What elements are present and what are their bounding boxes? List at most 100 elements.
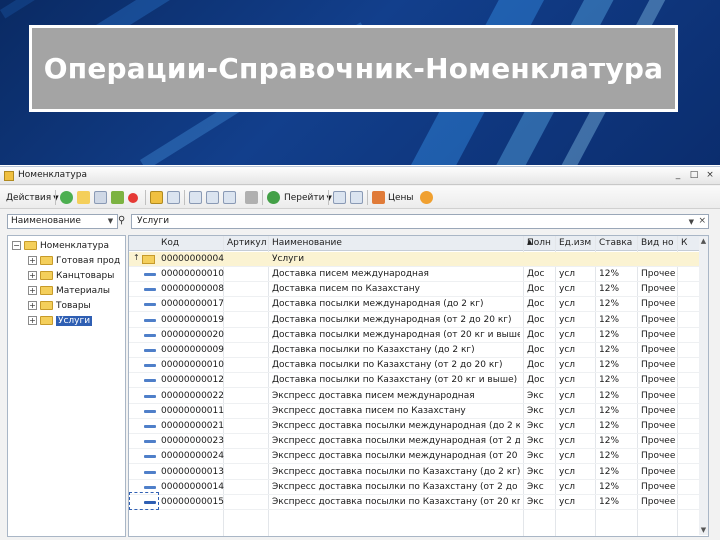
window-titlebar[interactable]: Номенклатура _ □ × <box>0 167 720 185</box>
tree-root[interactable]: − Номенклатура <box>12 238 109 253</box>
table-row-group[interactable]: ↑ 00000000004 Услуги <box>129 252 708 267</box>
expand-icon[interactable]: + <box>28 286 37 295</box>
table-row[interactable]: 00000000020 Доставка посылки международна… <box>129 328 708 343</box>
col-header-rate[interactable]: Ставка <box>599 238 632 248</box>
cell-name: Экспресс доставка посылки международная … <box>272 436 520 447</box>
tree-item-stationery[interactable]: + Канцтовары <box>28 268 114 283</box>
tree-item-services[interactable]: + Услуги <box>28 313 93 328</box>
delete-button[interactable] <box>128 190 138 205</box>
search-input[interactable]: Услуги ▼ × <box>131 214 709 229</box>
item-icon <box>144 273 156 276</box>
table-row[interactable]: 00000000017 Доставка посылки международна… <box>129 297 708 313</box>
cell-rate: 12% <box>599 269 620 279</box>
filter-icon <box>189 191 202 204</box>
expand-icon[interactable]: + <box>28 301 37 310</box>
cell-kind: Прочее <box>641 421 676 431</box>
hierarchy-button[interactable] <box>150 190 163 205</box>
col-header-k[interactable]: К <box>681 238 687 248</box>
print-button[interactable] <box>350 190 363 205</box>
clear-icon[interactable]: × <box>698 215 706 228</box>
folder-icon <box>24 241 37 250</box>
table-row[interactable]: 00000000013 Экспресс доставка посылки по … <box>129 465 708 480</box>
item-icon <box>144 333 156 337</box>
prices-button[interactable]: Цены <box>372 190 414 205</box>
cell-full: Дос <box>527 284 545 295</box>
items-table: Код Артикул Наименование ▲ Полн Ед.изм С… <box>128 235 709 537</box>
col-header-full[interactable]: Полн <box>527 238 551 248</box>
cell-code: 00000000013 <box>161 466 224 477</box>
table-row[interactable]: 00000000021 Экспресс доставка посылки меж… <box>129 419 708 434</box>
close-button[interactable]: × <box>704 169 716 181</box>
cell-rate: 12% <box>599 451 620 462</box>
level-up-icon[interactable]: ↑ <box>133 253 140 262</box>
cell-name: Экспресс доставка посылки международная … <box>272 451 520 462</box>
scroll-down-icon[interactable]: ▼ <box>699 526 708 535</box>
col-header-code[interactable]: Код <box>161 238 179 248</box>
add-group-button[interactable] <box>77 190 90 205</box>
separator <box>367 190 368 205</box>
table-row[interactable]: 00000000008 Доставка писем по Казахстану Д… <box>129 282 708 298</box>
cell-unit: усл <box>559 299 576 310</box>
tree-item-finished-products[interactable]: + Готовая прод <box>28 253 120 268</box>
folder-icon <box>40 286 53 295</box>
go-menu-button[interactable]: Перейти ▼ <box>284 190 332 205</box>
search-field-select[interactable]: Наименование ▼ <box>7 214 118 229</box>
tree-item-goods[interactable]: + Товары <box>28 298 91 313</box>
add-button[interactable] <box>60 190 73 205</box>
item-icon <box>144 303 156 307</box>
table-row[interactable]: 00000000010 Доставка писем международная Д… <box>129 267 708 282</box>
minimize-button[interactable]: _ <box>672 169 684 181</box>
cell-unit: усл <box>559 481 576 492</box>
tree-item-label: Канцтовары <box>56 270 115 281</box>
table-row[interactable]: 00000000015 Экспресс доставка посылки по … <box>129 495 708 510</box>
add-icon <box>60 191 73 204</box>
col-header-kind[interactable]: Вид но <box>641 238 674 248</box>
refresh-button[interactable] <box>267 190 280 205</box>
maximize-button[interactable]: □ <box>688 169 700 181</box>
table-row[interactable]: 00000000023 Экспресс доставка посылки меж… <box>129 434 708 450</box>
table-row[interactable]: 00000000019 Доставка посылки международна… <box>129 313 708 328</box>
tree-item-materials[interactable]: + Материалы <box>28 283 110 298</box>
table-row[interactable]: 00000000022 Экспресс доставка писем между… <box>129 389 708 404</box>
clear-filter-button[interactable] <box>245 190 258 205</box>
cell-full: Экс <box>527 421 544 431</box>
help-button[interactable] <box>420 190 433 205</box>
collapse-icon[interactable]: − <box>12 241 21 250</box>
col-header-name[interactable]: Наименование <box>272 238 342 248</box>
table-row[interactable]: 00000000024 Экспресс доставка посылки меж… <box>129 449 708 465</box>
col-header-unit[interactable]: Ед.изм <box>559 238 591 248</box>
col-header-article[interactable]: Артикул <box>227 238 266 248</box>
item-icon <box>144 288 156 292</box>
scroll-up-icon[interactable]: ▲ <box>699 237 708 246</box>
table-row[interactable]: 00000000014 Экспресс доставка посылки по … <box>129 480 708 495</box>
copy-button[interactable] <box>94 190 107 205</box>
filter-button[interactable] <box>189 190 202 205</box>
cell-kind: Прочее <box>641 481 676 492</box>
cell-kind: Прочее <box>641 360 676 371</box>
folder-icon <box>40 301 53 310</box>
help-icon <box>420 191 433 204</box>
cell-unit: усл <box>559 284 576 295</box>
expand-icon[interactable]: + <box>28 316 37 325</box>
cell-rate: 12% <box>599 405 620 416</box>
separator <box>262 190 263 205</box>
table-row[interactable]: 00000000012 Доставка посылки по Казахстан… <box>129 373 708 389</box>
cell-rate: 12% <box>599 314 620 325</box>
sort-button[interactable] <box>206 190 219 205</box>
cell-name: Доставка посылки международная (от 2 до … <box>272 314 512 325</box>
cell-full: Дос <box>527 345 545 355</box>
table-row[interactable]: 00000000010 Доставка посылки по Казахстан… <box>129 358 708 374</box>
edit-button[interactable] <box>111 190 124 205</box>
actions-menu-button[interactable]: Действия ▼ <box>6 190 59 205</box>
find-button[interactable] <box>223 190 236 205</box>
structure-button[interactable] <box>333 190 346 205</box>
table-row[interactable]: 00000000011 Экспресс доставка писем по Ка… <box>129 404 708 419</box>
table-row[interactable]: 00000000009 Доставка посылки по Казахстан… <box>129 343 708 358</box>
vertical-scrollbar[interactable]: ▲ ▼ <box>699 237 708 535</box>
expand-icon[interactable]: + <box>28 256 37 265</box>
search-icon[interactable]: ⚲ <box>118 215 130 227</box>
cell-kind: Прочее <box>641 497 676 507</box>
list-mode-button[interactable] <box>167 190 180 205</box>
expand-icon[interactable]: + <box>28 271 37 280</box>
chevron-down-icon[interactable]: ▼ <box>689 216 694 229</box>
